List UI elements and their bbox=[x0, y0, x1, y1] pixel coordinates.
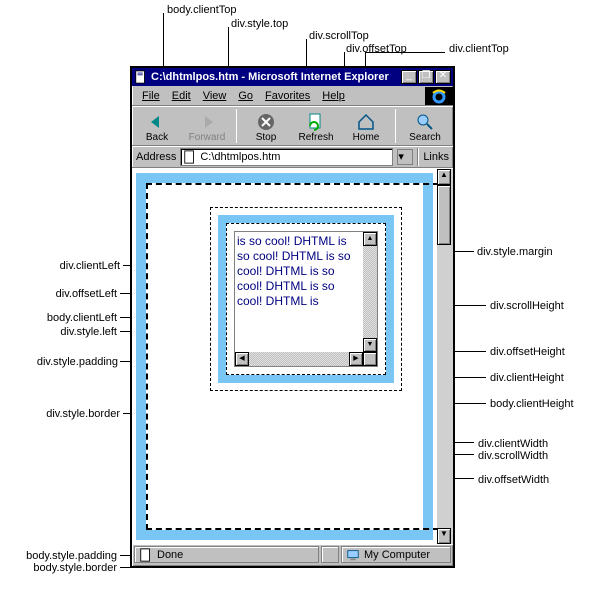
document-icon bbox=[134, 70, 148, 84]
scroll-thumb[interactable] bbox=[437, 185, 451, 245]
home-icon bbox=[356, 112, 376, 132]
search-icon bbox=[415, 112, 435, 132]
refresh-label: Refresh bbox=[298, 132, 333, 143]
menu-favorites[interactable]: Favorites bbox=[259, 88, 316, 104]
scroll-up-icon[interactable]: ▲ bbox=[363, 232, 377, 246]
lbl-div-style-border: div.style.border bbox=[30, 408, 120, 420]
lbl-div-offsetleft: div.offsetLeft bbox=[47, 288, 117, 300]
forward-icon bbox=[197, 112, 217, 132]
lbl-body-clientleft: body.clientLeft bbox=[32, 312, 117, 324]
menu-help[interactable]: Help bbox=[316, 88, 351, 104]
maximize-button[interactable]: ❐ bbox=[418, 70, 434, 84]
status-zone: My Computer bbox=[341, 546, 451, 563]
menu-view[interactable]: View bbox=[197, 88, 233, 104]
search-label: Search bbox=[409, 132, 441, 143]
scroll-corner bbox=[363, 352, 377, 366]
scroll-left-icon[interactable]: ◀ bbox=[235, 352, 249, 366]
status-text: Done bbox=[157, 549, 183, 561]
document-icon bbox=[183, 150, 197, 164]
lbl-body-clienttop: body.clientTop bbox=[167, 4, 237, 16]
ie-logo bbox=[425, 87, 453, 105]
scroll-right-icon[interactable]: ▶ bbox=[349, 352, 363, 366]
computer-icon bbox=[346, 548, 360, 562]
address-input[interactable]: C:\dhtmlpos.htm bbox=[180, 148, 393, 166]
back-label: Back bbox=[146, 132, 168, 143]
forward-button[interactable]: Forward bbox=[182, 110, 232, 143]
title-bar[interactable]: C:\dhtmlpos.htm - Microsoft Internet Exp… bbox=[132, 68, 453, 86]
separator bbox=[236, 109, 237, 143]
lbl-div-style-top: div.style.top bbox=[231, 18, 288, 30]
window-title: C:\dhtmlpos.htm - Microsoft Internet Exp… bbox=[151, 71, 401, 83]
back-button[interactable]: Back bbox=[132, 110, 182, 143]
status-cell bbox=[321, 546, 339, 563]
stop-button[interactable]: Stop bbox=[241, 110, 291, 143]
links-label[interactable]: Links bbox=[423, 151, 449, 163]
refresh-button[interactable]: Refresh bbox=[291, 110, 341, 143]
lbl-div-offsetwidth: div.offsetWidth bbox=[478, 474, 549, 486]
address-label: Address bbox=[136, 151, 176, 163]
refresh-icon bbox=[306, 112, 326, 132]
toolbar: Back Forward Stop Refresh Home bbox=[132, 106, 453, 146]
search-button[interactable]: Search bbox=[400, 110, 450, 143]
div-client-area: is so cool! DHTML is so cool! DHTML is s… bbox=[234, 231, 378, 367]
lbl-body-style-padding: body.style.padding bbox=[2, 550, 117, 562]
menu-go[interactable]: Go bbox=[232, 88, 259, 104]
back-icon bbox=[147, 112, 167, 132]
home-label: Home bbox=[353, 132, 380, 143]
document-viewport: is so cool! DHTML is so cool! DHTML is s… bbox=[132, 168, 453, 544]
div-vertical-scrollbar[interactable]: ▲ ▼ bbox=[363, 232, 377, 352]
close-button[interactable]: ✕ bbox=[435, 70, 451, 84]
scroll-down-icon[interactable]: ▼ bbox=[363, 338, 377, 352]
lbl-div-style-padding: div.style.padding bbox=[23, 356, 118, 368]
menu-bar: File Edit View Go Favorites Help bbox=[132, 86, 453, 106]
lbl-div-clienttop: div.clientTop bbox=[449, 43, 509, 55]
div-content: is so cool! DHTML is so cool! DHTML is s… bbox=[235, 232, 363, 352]
address-url: C:\dhtmlpos.htm bbox=[200, 151, 280, 163]
lbl-div-offsetheight: div.offsetHeight bbox=[490, 346, 565, 358]
lbl-div-scrolltop: div.scrollTop bbox=[309, 30, 369, 42]
viewport-scrollbar[interactable]: ▲ ▼ bbox=[437, 169, 453, 544]
forward-label: Forward bbox=[189, 132, 226, 143]
zone-text: My Computer bbox=[364, 549, 430, 561]
document-icon bbox=[139, 548, 153, 562]
lbl-div-scrollwidth: div.scrollWidth bbox=[478, 450, 548, 462]
address-bar: Address C:\dhtmlpos.htm ▾ Links bbox=[132, 146, 453, 168]
lbl-div-clientleft: div.clientLeft bbox=[50, 260, 120, 272]
leader bbox=[365, 52, 445, 53]
lbl-div-style-left: div.style.left bbox=[52, 326, 117, 338]
scroll-up-icon[interactable]: ▲ bbox=[437, 169, 451, 185]
lbl-body-style-border: body.style.border bbox=[10, 562, 117, 574]
lbl-div-clientwidth: div.clientWidth bbox=[478, 438, 548, 450]
minimize-button[interactable]: _ bbox=[401, 70, 417, 84]
lbl-body-clientheight: body.clientHeight bbox=[490, 398, 574, 410]
div-horizontal-scrollbar[interactable]: ◀ ▶ bbox=[235, 352, 363, 366]
address-dropdown[interactable]: ▾ bbox=[397, 149, 413, 165]
status-done: Done bbox=[134, 546, 319, 563]
separator bbox=[417, 148, 419, 166]
stop-icon bbox=[256, 112, 276, 132]
separator bbox=[395, 109, 396, 143]
browser-window: C:\dhtmlpos.htm - Microsoft Internet Exp… bbox=[130, 66, 455, 568]
diagram-canvas: body.clientTop div.style.top div.scrollT… bbox=[0, 0, 609, 602]
lbl-div-offsettop: div.offsetTop bbox=[346, 43, 407, 55]
lbl-div-clientheight: div.clientHeight bbox=[490, 372, 564, 384]
menu-edit[interactable]: Edit bbox=[166, 88, 197, 104]
lbl-div-scrollheight: div.scrollHeight bbox=[490, 300, 564, 312]
menu-file[interactable]: File bbox=[136, 88, 166, 104]
scroll-down-icon[interactable]: ▼ bbox=[437, 528, 451, 544]
status-bar: Done My Computer bbox=[132, 544, 453, 564]
home-button[interactable]: Home bbox=[341, 110, 391, 143]
lbl-div-style-margin: div.style.margin bbox=[477, 246, 553, 258]
stop-label: Stop bbox=[256, 132, 277, 143]
